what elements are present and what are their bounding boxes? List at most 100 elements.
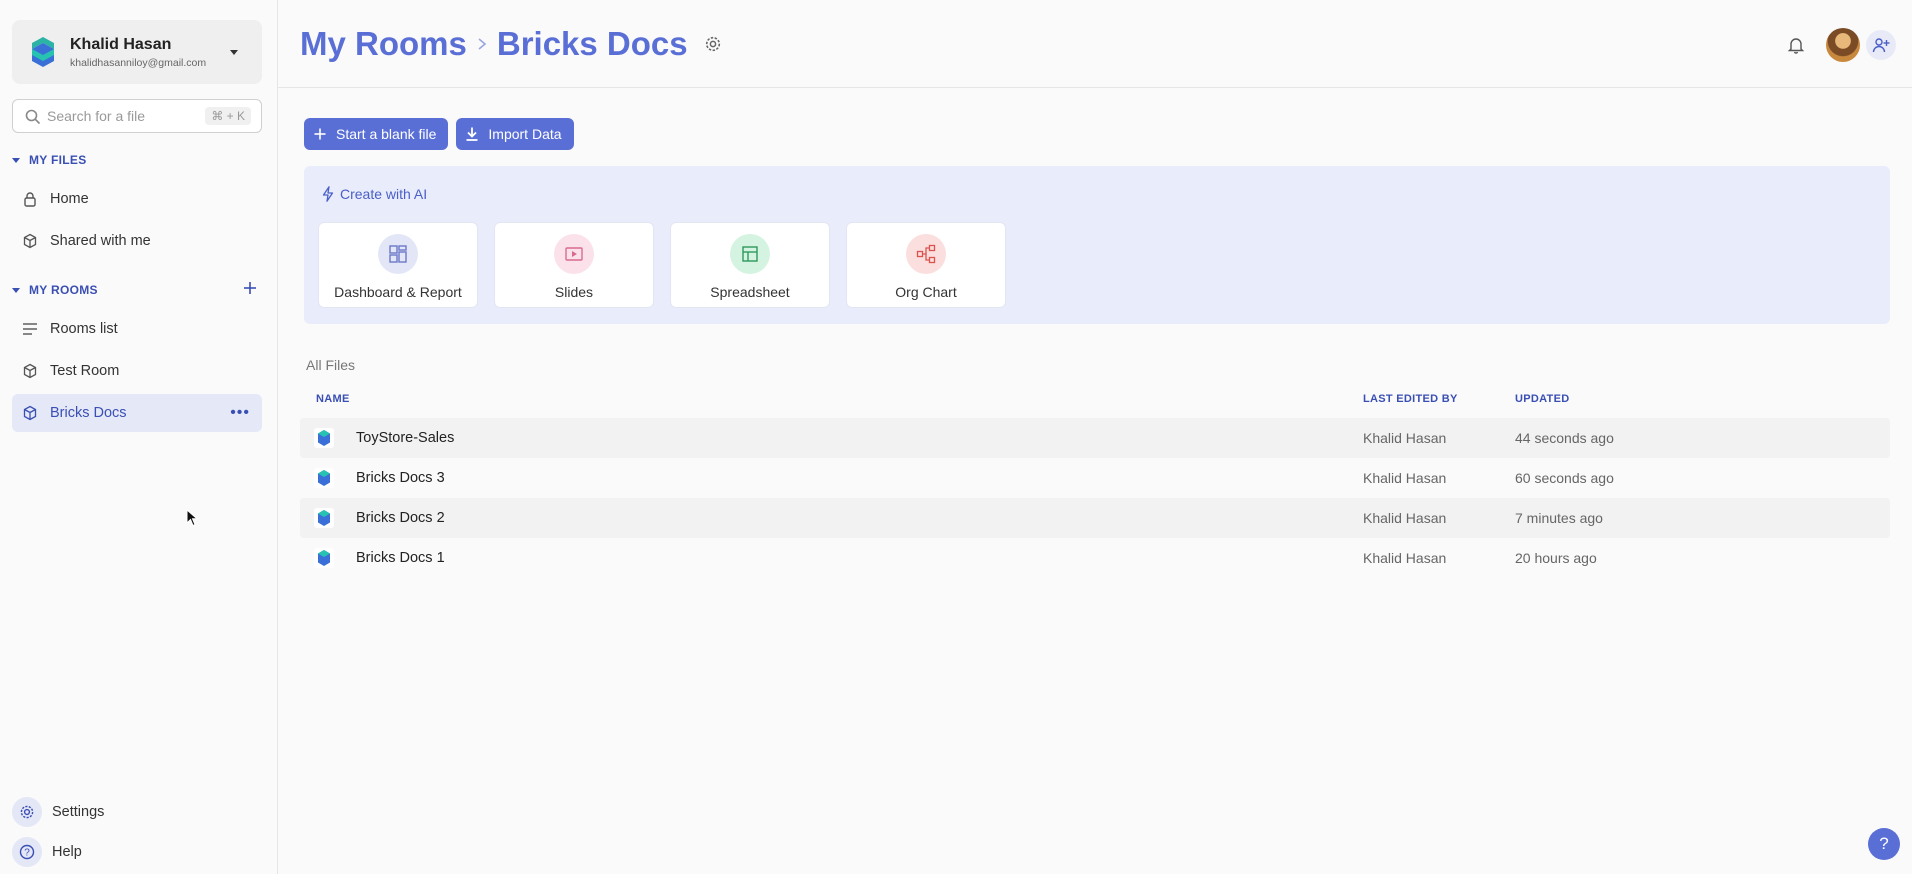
file-updated: 7 minutes ago bbox=[1515, 510, 1603, 526]
mouse-cursor-icon bbox=[186, 509, 198, 527]
account-name: Khalid Hasan bbox=[70, 36, 172, 53]
caret-down-icon bbox=[12, 157, 20, 163]
sidebar-item-bricks-docs[interactable]: Bricks Docs ••• bbox=[12, 394, 262, 432]
bricks-file-icon bbox=[314, 428, 334, 448]
start-blank-file-button[interactable]: Start a blank file bbox=[304, 118, 449, 150]
sidebar-item-label: Test Room bbox=[50, 363, 120, 379]
search-icon bbox=[25, 109, 41, 125]
room-settings-gear-icon[interactable] bbox=[704, 35, 722, 53]
dashboard-icon bbox=[378, 234, 418, 274]
search-shortcut-badge: ⌘ + K bbox=[205, 107, 251, 125]
breadcrumb-bricks-docs[interactable]: Bricks Docs bbox=[497, 25, 688, 63]
ai-card-spreadsheet[interactable]: Spreadsheet bbox=[670, 222, 830, 308]
ai-card-label: Slides bbox=[554, 284, 594, 300]
create-with-ai-link[interactable]: Create with AI bbox=[322, 186, 427, 202]
my-rooms-label: MY ROOMS bbox=[29, 283, 98, 297]
column-header-updated[interactable]: UPDATED bbox=[1515, 393, 1569, 405]
sidebar: Khalid Hasan khalidhasanniloy@gmail.com … bbox=[0, 0, 278, 874]
table-row[interactable]: Bricks Docs 2 Khalid Hasan 7 minutes ago bbox=[300, 498, 1890, 538]
lock-icon bbox=[22, 191, 38, 207]
my-rooms-section-toggle[interactable]: MY ROOMS bbox=[12, 283, 98, 297]
slides-icon bbox=[554, 234, 594, 274]
search-input[interactable] bbox=[47, 108, 207, 124]
add-room-icon[interactable] bbox=[243, 281, 257, 295]
file-name: Bricks Docs 3 bbox=[356, 470, 445, 486]
sidebar-item-shared[interactable]: Shared with me bbox=[12, 222, 262, 260]
sidebar-item-test-room[interactable]: Test Room bbox=[12, 352, 262, 390]
file-updated: 20 hours ago bbox=[1515, 550, 1597, 566]
gear-icon bbox=[12, 797, 42, 827]
spreadsheet-icon bbox=[730, 234, 770, 274]
sidebar-item-label: Home bbox=[50, 191, 89, 207]
my-files-label: MY FILES bbox=[29, 153, 87, 167]
plus-icon bbox=[314, 128, 326, 140]
file-updated: 60 seconds ago bbox=[1515, 470, 1614, 486]
table-row[interactable]: Bricks Docs 1 Khalid Hasan 20 hours ago bbox=[300, 538, 1890, 578]
file-name: ToyStore-Sales bbox=[356, 430, 455, 446]
help-fab-button[interactable]: ? bbox=[1868, 828, 1900, 860]
org-chart-icon bbox=[906, 234, 946, 274]
cube-icon bbox=[22, 233, 38, 249]
list-icon bbox=[22, 321, 38, 337]
top-right-controls bbox=[1788, 28, 1896, 62]
file-editor: Khalid Hasan bbox=[1363, 470, 1447, 486]
file-updated: 44 seconds ago bbox=[1515, 430, 1614, 446]
create-with-ai-panel: Create with AI Dashboard & Report Slides… bbox=[304, 166, 1890, 324]
ai-card-label: Spreadsheet bbox=[710, 284, 790, 300]
account-switcher[interactable]: Khalid Hasan khalidhasanniloy@gmail.com bbox=[12, 20, 262, 84]
sidebar-item-label: Rooms list bbox=[50, 321, 118, 337]
avatar[interactable] bbox=[1826, 28, 1860, 62]
invite-user-button[interactable] bbox=[1866, 30, 1896, 60]
svg-text:?: ? bbox=[24, 848, 30, 859]
search-box: ⌘ + K bbox=[12, 99, 262, 133]
bricks-file-icon bbox=[314, 508, 334, 528]
files-table: ToyStore-Sales Khalid Hasan 44 seconds a… bbox=[300, 418, 1890, 578]
all-files-heading: All Files bbox=[306, 357, 356, 373]
caret-down-icon bbox=[230, 50, 238, 55]
start-blank-file-label: Start a blank file bbox=[336, 126, 437, 142]
create-with-ai-label: Create with AI bbox=[340, 186, 428, 202]
breadcrumb-my-rooms[interactable]: My Rooms bbox=[300, 25, 467, 63]
settings-label: Settings bbox=[52, 804, 105, 820]
bricks-logo-icon bbox=[32, 37, 54, 67]
import-data-label: Import Data bbox=[488, 126, 562, 142]
caret-down-icon bbox=[12, 287, 20, 293]
action-buttons: Start a blank file Import Data bbox=[304, 118, 582, 150]
chevron-right-icon bbox=[477, 37, 487, 51]
lightning-icon bbox=[322, 186, 334, 202]
import-data-button[interactable]: Import Data bbox=[456, 118, 574, 150]
main-content: My Rooms Bricks Docs Start a blank file … bbox=[278, 0, 1912, 874]
column-header-last-edited-by[interactable]: LAST EDITED BY bbox=[1363, 393, 1458, 405]
more-options-icon[interactable]: ••• bbox=[230, 404, 250, 422]
account-info: Khalid Hasan khalidhasanniloy@gmail.com bbox=[70, 35, 206, 69]
file-name: Bricks Docs 1 bbox=[356, 550, 445, 566]
cube-icon bbox=[22, 405, 38, 421]
file-editor: Khalid Hasan bbox=[1363, 430, 1447, 446]
file-name: Bricks Docs 2 bbox=[356, 510, 445, 526]
account-email: khalidhasanniloy@gmail.com bbox=[70, 57, 207, 69]
ai-card-org-chart[interactable]: Org Chart bbox=[846, 222, 1006, 308]
cube-icon bbox=[22, 363, 38, 379]
file-editor: Khalid Hasan bbox=[1363, 550, 1447, 566]
ai-card-label: Org Chart bbox=[895, 284, 957, 300]
file-editor: Khalid Hasan bbox=[1363, 510, 1447, 526]
bell-icon[interactable] bbox=[1788, 36, 1804, 54]
settings-button[interactable]: Settings bbox=[12, 797, 104, 827]
add-user-icon bbox=[1872, 38, 1890, 53]
download-icon bbox=[466, 127, 478, 141]
help-icon: ? bbox=[12, 837, 42, 867]
sidebar-item-home[interactable]: Home bbox=[12, 180, 262, 218]
ai-card-slides[interactable]: Slides bbox=[494, 222, 654, 308]
bricks-file-icon bbox=[314, 548, 334, 568]
sidebar-item-rooms-list[interactable]: Rooms list bbox=[12, 310, 262, 348]
sidebar-item-label: Bricks Docs bbox=[50, 405, 127, 421]
column-header-name[interactable]: NAME bbox=[316, 393, 350, 405]
ai-card-dashboard-report[interactable]: Dashboard & Report bbox=[318, 222, 478, 308]
table-row[interactable]: ToyStore-Sales Khalid Hasan 44 seconds a… bbox=[300, 418, 1890, 458]
table-row[interactable]: Bricks Docs 3 Khalid Hasan 60 seconds ag… bbox=[300, 458, 1890, 498]
app-root: Khalid Hasan khalidhasanniloy@gmail.com … bbox=[0, 0, 1912, 874]
help-button[interactable]: ? Help bbox=[12, 837, 82, 867]
my-files-section-toggle[interactable]: MY FILES bbox=[12, 153, 87, 167]
bricks-file-icon bbox=[314, 468, 334, 488]
sidebar-item-label: Shared with me bbox=[50, 233, 151, 249]
